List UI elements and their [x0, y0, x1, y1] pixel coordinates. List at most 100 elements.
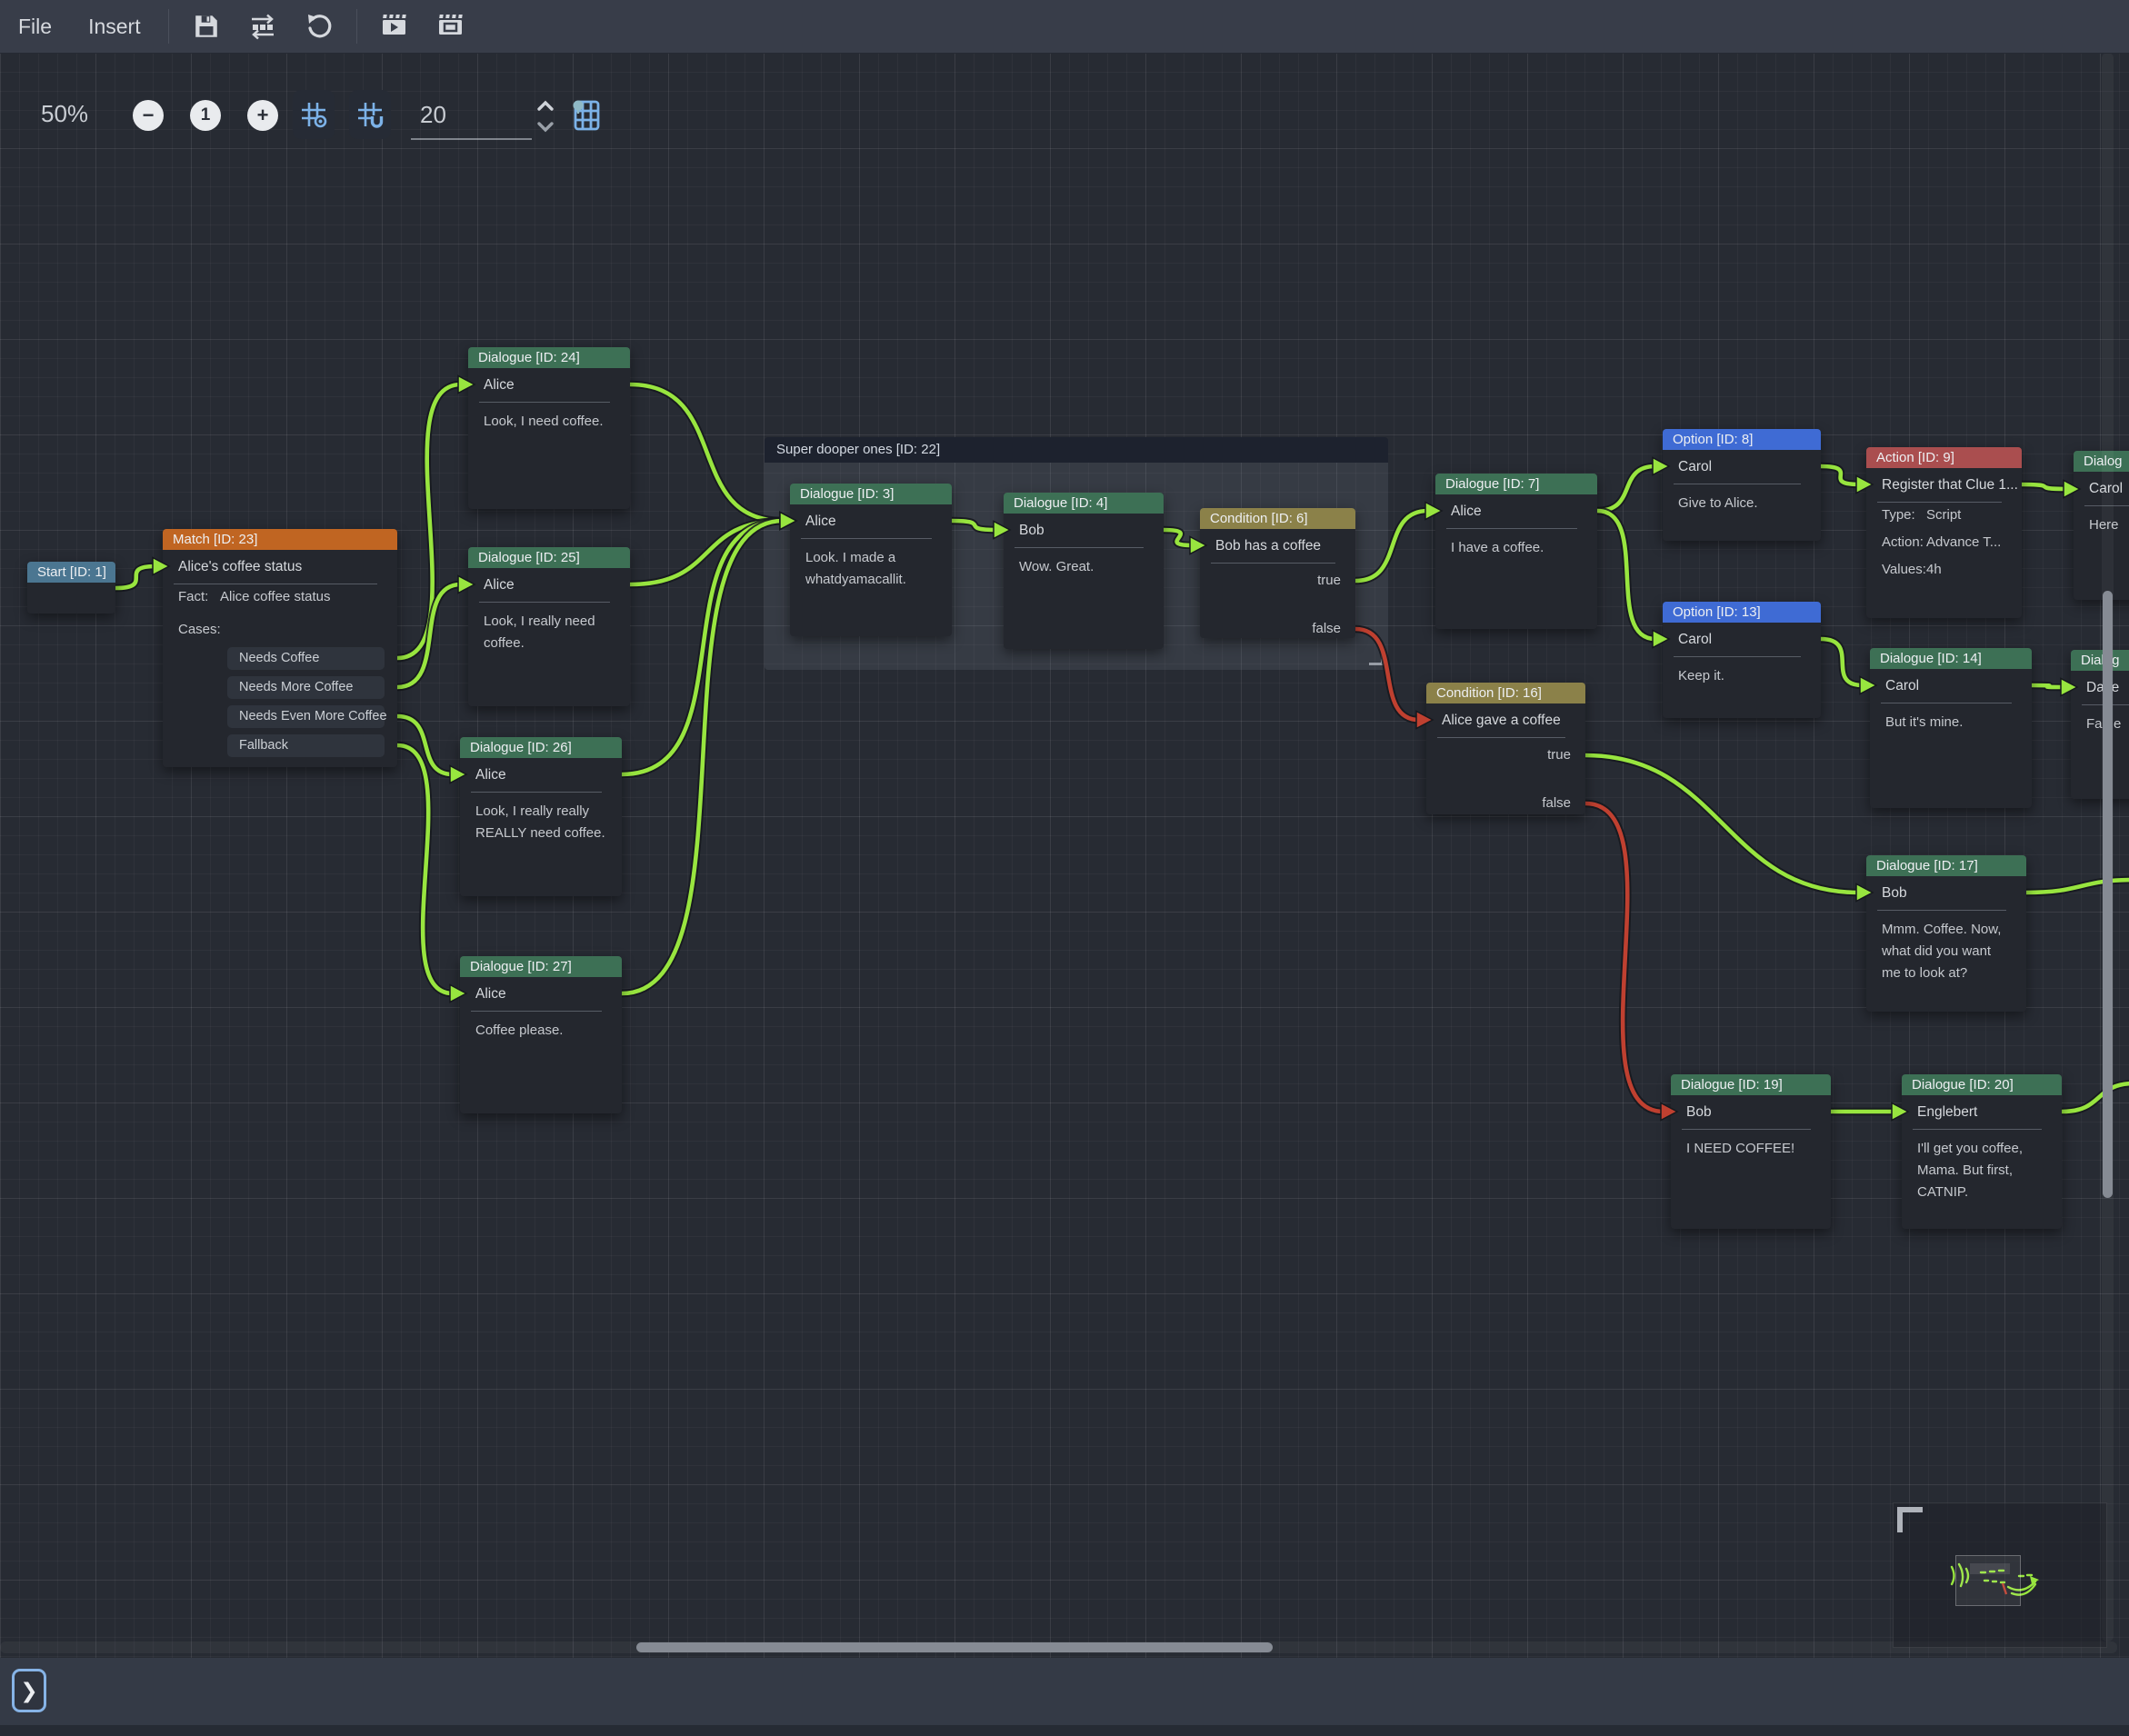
condition-true-label: true	[1426, 743, 1585, 767]
vertical-scrollbar-thumb[interactable]	[2103, 591, 2113, 1198]
minimap-viewport-rect[interactable]	[1955, 1555, 2021, 1606]
match-case-1[interactable]: Needs Coffee	[227, 647, 385, 670]
match-cases-label: Cases:	[163, 618, 397, 642]
expand-panel-button[interactable]: ❯	[12, 1669, 46, 1712]
action-field: Values:4h	[1866, 558, 2022, 582]
translate-icon[interactable]	[246, 10, 279, 43]
menu-insert[interactable]: Insert	[70, 0, 159, 53]
node-title[interactable]: Match [ID: 23]	[163, 529, 397, 550]
node-body: BobI NEED COFFEE!	[1671, 1095, 1831, 1229]
movie-clip-icon[interactable]	[435, 10, 467, 43]
menubar-separator	[168, 9, 169, 44]
node-title[interactable]: Dialogue [ID: 17]	[1866, 855, 2026, 876]
node-text: I NEED COFFEE!	[1671, 1130, 1831, 1160]
node-character: Bob has a coffee	[1200, 529, 1355, 563]
toggle-grid-icon[interactable]	[293, 90, 335, 139]
graph-node-dialogue-14[interactable]: Dialogue [ID: 14]CarolBut it's mine.	[1870, 648, 2032, 808]
node-title[interactable]: Dialogue [ID: 7]	[1435, 474, 1597, 494]
graph-node-dialogue-24[interactable]: Dialogue [ID: 24]AliceLook, I need coffe…	[468, 347, 630, 509]
node-title[interactable]: Dialogue [ID: 25]	[468, 547, 630, 568]
node-body: AliceI have a coffee.	[1435, 494, 1597, 629]
menu-file[interactable]: File	[0, 0, 70, 53]
node-title[interactable]: Dialogue [ID: 27]	[460, 956, 622, 977]
graph-node-dialogue-25[interactable]: Dialogue [ID: 25]AliceLook, I really nee…	[468, 547, 630, 706]
node-title[interactable]: Condition [ID: 6]	[1200, 508, 1355, 529]
node-text: Keep it.	[1663, 657, 1821, 687]
match-case-2[interactable]: Needs More Coffee	[227, 676, 385, 699]
play-scene-icon[interactable]	[378, 10, 411, 43]
node-title[interactable]: Dialogue [ID: 26]	[460, 737, 622, 758]
graph-node-dialogue-19[interactable]: Dialogue [ID: 19]BobI NEED COFFEE!	[1671, 1074, 1831, 1229]
zoom-reset-button[interactable]: 1	[190, 100, 221, 131]
node-title[interactable]: Dialogue [ID: 14]	[1870, 648, 2032, 669]
node-text: Coffee please.	[460, 1012, 622, 1042]
node-title[interactable]: Dialogue [ID: 19]	[1671, 1074, 1831, 1095]
graph-node-option-13[interactable]: Option [ID: 13]CarolKeep it.	[1663, 602, 1821, 718]
node-text: I have a coffee.	[1435, 529, 1597, 559]
node-title[interactable]: Option [ID: 13]	[1663, 602, 1821, 623]
node-body: BobWow. Great.	[1004, 514, 1164, 649]
horizontal-scrollbar-thumb[interactable]	[636, 1642, 1273, 1652]
node-text: Look. I made awhatdyamacallit.	[790, 539, 952, 591]
node-title[interactable]: Action [ID: 9]	[1866, 447, 2022, 468]
node-character: Alice	[1435, 494, 1597, 528]
snap-spin-down-icon[interactable]	[535, 118, 556, 135]
graph-node-dialogue-right-dave[interactable]: DialogDaveFair e	[2071, 650, 2129, 799]
snap-to-grid-icon[interactable]	[349, 90, 391, 139]
graph-canvas[interactable]: Super dooper ones [ID: 22] Start [ID: 1]…	[0, 53, 2129, 1658]
graph-node-dialogue-27[interactable]: Dialogue [ID: 27]AliceCoffee please.	[460, 956, 622, 1113]
vertical-scrollbar-track[interactable]	[2102, 53, 2114, 1641]
zoom-level-label: 50%	[41, 100, 88, 128]
graph-node-condition-16[interactable]: Condition [ID: 16]Alice gave a coffeetru…	[1426, 683, 1585, 814]
graph-node-condition-6[interactable]: Condition [ID: 6]Bob has a coffeetruefal…	[1200, 508, 1355, 638]
node-character: Alice	[460, 977, 622, 1011]
node-character: Carol	[1870, 669, 2032, 703]
snap-input-underline	[411, 138, 532, 140]
node-title[interactable]: Dialogue [ID: 24]	[468, 347, 630, 368]
graph-node-dialogue-3[interactable]: Dialogue [ID: 3]AliceLook. I made awhatd…	[790, 484, 952, 636]
graph-node-action-9[interactable]: Action [ID: 9]Register that Clue 1...Typ…	[1866, 447, 2022, 618]
menubar-separator	[356, 9, 357, 44]
match-case-3[interactable]: Needs Even More Coffee	[227, 705, 385, 728]
node-character: Alice	[790, 504, 952, 538]
node-body: DaveFair e	[2071, 671, 2129, 799]
node-body: BobMmm. Coffee. Now,what did you wantme …	[1866, 876, 2026, 1012]
toggle-minimap-icon[interactable]	[565, 95, 607, 136]
node-title[interactable]: Option [ID: 8]	[1663, 429, 1821, 450]
graph-node-match-23[interactable]: Match [ID: 23]Alice's coffee statusFact:…	[163, 529, 397, 767]
undo-icon[interactable]	[303, 10, 335, 43]
node-text: Fair e	[2071, 705, 2129, 735]
graph-node-dialogue-26[interactable]: Dialogue [ID: 26]AliceLook, I really rea…	[460, 737, 622, 896]
node-body: AliceLook, I really needcoffee.	[468, 568, 630, 706]
graph-node-dialogue-7[interactable]: Dialogue [ID: 7]AliceI have a coffee.	[1435, 474, 1597, 629]
save-icon[interactable]	[190, 10, 223, 43]
node-title[interactable]: Dialog	[2071, 650, 2129, 671]
graph-node-option-8[interactable]: Option [ID: 8]CarolGive to Alice.	[1663, 429, 1821, 541]
node-body: Alice's coffee statusFact:Alice coffee s…	[163, 550, 397, 767]
snap-spin-up-icon[interactable]	[535, 97, 556, 114]
node-title[interactable]: Dialogue [ID: 20]	[1902, 1074, 2062, 1095]
menu-bar: File Insert	[0, 0, 2129, 54]
zoom-out-button[interactable]: −	[133, 100, 164, 131]
graph-node-start-1[interactable]: Start [ID: 1]	[27, 562, 115, 614]
node-character: Dave	[2071, 671, 2129, 704]
node-body	[27, 583, 115, 614]
graph-node-dialogue-4[interactable]: Dialogue [ID: 4]BobWow. Great.	[1004, 493, 1164, 649]
horizontal-scrollbar-track[interactable]	[0, 1641, 2117, 1653]
graph-node-dialogue-17[interactable]: Dialogue [ID: 17]BobMmm. Coffee. Now,wha…	[1866, 855, 2026, 1012]
node-text: Look, I really needcoffee.	[468, 603, 630, 654]
node-text: But it's mine.	[1870, 703, 2032, 733]
node-text: Mmm. Coffee. Now,what did you wantme to …	[1866, 911, 2026, 984]
action-field: Type:Script	[1866, 504, 2022, 527]
node-title[interactable]: Start [ID: 1]	[27, 562, 115, 583]
node-body: CarolGive to Alice.	[1663, 450, 1821, 541]
match-case-4[interactable]: Fallback	[227, 734, 385, 757]
node-title[interactable]: Condition [ID: 16]	[1426, 683, 1585, 703]
graph-minimap[interactable]	[1893, 1502, 2107, 1648]
graph-node-dialogue-20[interactable]: Dialogue [ID: 20]EnglebertI'll get you c…	[1902, 1074, 2062, 1229]
zoom-in-button[interactable]: +	[247, 100, 278, 131]
snap-distance-input[interactable]: 20	[420, 101, 446, 129]
node-title[interactable]: Dialogue [ID: 4]	[1004, 493, 1164, 514]
node-body: Register that Clue 1...Type:ScriptAction…	[1866, 468, 2022, 618]
node-title[interactable]: Dialogue [ID: 3]	[790, 484, 952, 504]
